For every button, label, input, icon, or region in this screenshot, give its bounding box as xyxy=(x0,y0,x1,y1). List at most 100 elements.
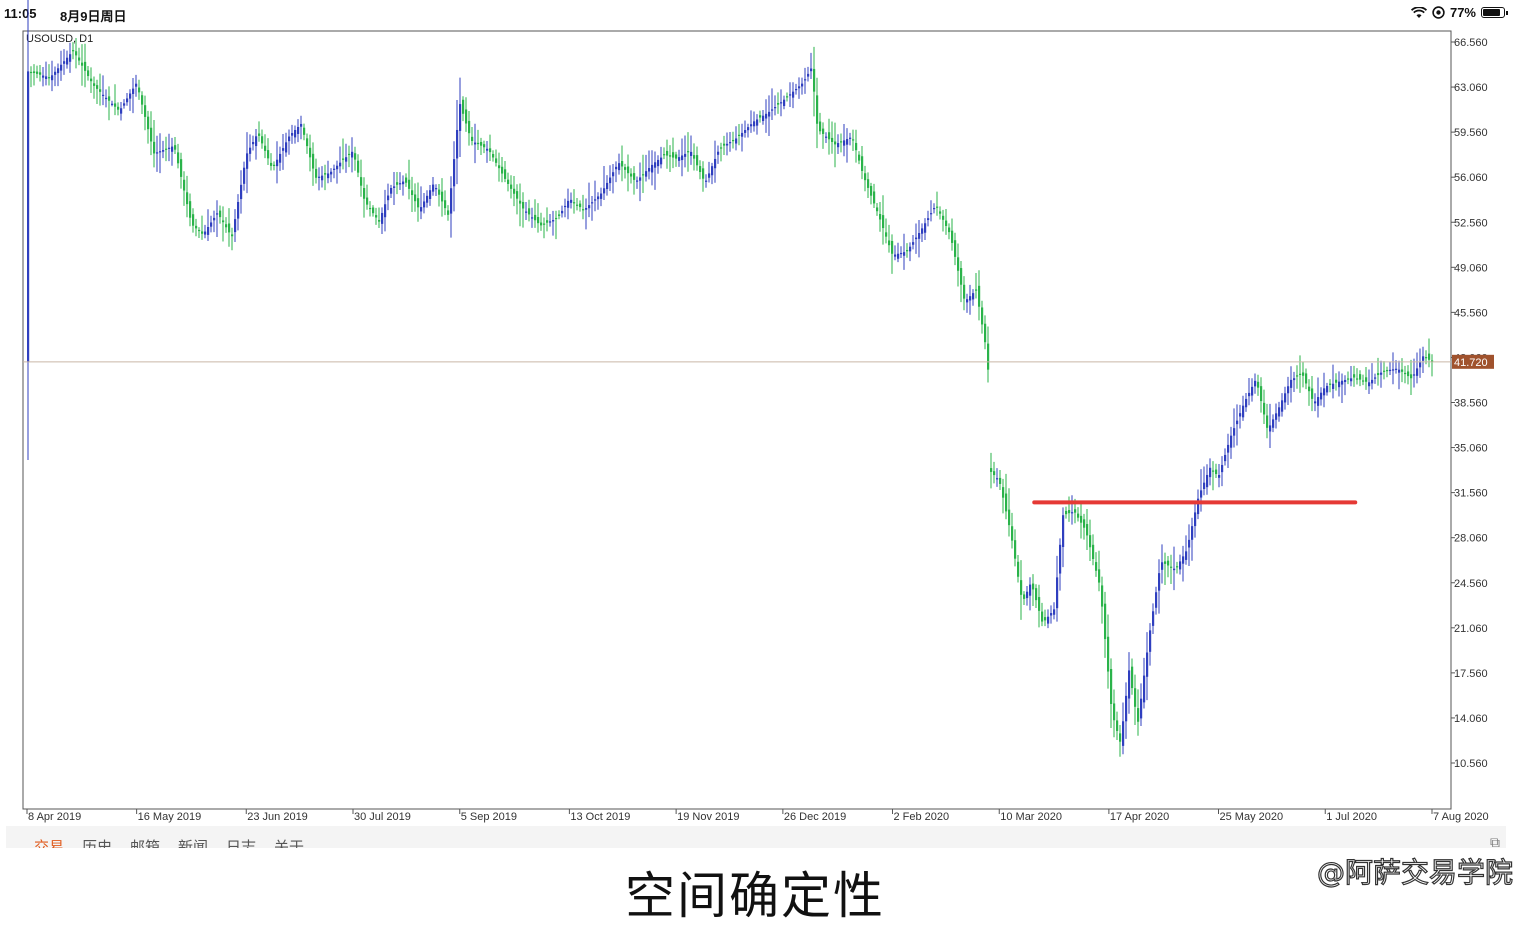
candle-up xyxy=(753,121,756,127)
candle-down xyxy=(99,89,102,92)
candle-down xyxy=(198,229,201,232)
candle-up xyxy=(1290,379,1293,388)
tab-news[interactable]: 新闻 xyxy=(178,836,208,848)
candle-up xyxy=(1188,539,1191,548)
candle-down xyxy=(558,214,561,216)
candle-up xyxy=(45,76,48,79)
candle-down xyxy=(633,173,636,180)
candle-down xyxy=(1014,540,1017,559)
candle-up xyxy=(927,218,930,221)
candle-up xyxy=(525,211,528,213)
candle-down xyxy=(864,173,867,181)
candle-up xyxy=(717,151,720,155)
candle-down xyxy=(1041,611,1044,622)
candle-up xyxy=(747,127,750,131)
candle-down xyxy=(30,71,33,74)
candle-down xyxy=(981,307,984,325)
candle-down xyxy=(183,179,186,191)
candle-up xyxy=(159,151,162,153)
x-tick-label: 17 Apr 2020 xyxy=(1110,811,1169,823)
candle-down xyxy=(699,166,702,173)
candle-up xyxy=(729,142,732,144)
candle-up xyxy=(453,159,456,187)
candle-up xyxy=(1158,573,1161,591)
candle-up xyxy=(1392,369,1395,371)
candle-down xyxy=(723,143,726,146)
candle-up xyxy=(102,94,105,97)
candle-up xyxy=(1314,401,1317,404)
tab-journal[interactable]: 日志 xyxy=(226,836,256,848)
candle-up xyxy=(591,202,594,204)
candle-up xyxy=(762,115,765,122)
y-tick-label: 35.060 xyxy=(1454,443,1488,455)
candle-up xyxy=(294,129,297,138)
candle-down xyxy=(822,128,825,134)
candle-up xyxy=(1128,670,1131,699)
candle-down xyxy=(192,214,195,226)
candle-down xyxy=(975,289,978,291)
candle-down xyxy=(957,257,960,271)
y-tick-label: 38.560 xyxy=(1454,398,1488,410)
candle-up xyxy=(996,478,999,480)
candle-up xyxy=(1275,413,1278,420)
tab-trade[interactable]: 交易 xyxy=(34,836,64,848)
candle-down xyxy=(954,240,957,257)
candle-down xyxy=(819,121,822,132)
resize-icon[interactable]: ⧉ xyxy=(1490,834,1500,848)
x-tick-label: 19 Nov 2019 xyxy=(677,811,739,823)
candle-down xyxy=(720,147,723,149)
candle-down xyxy=(33,71,36,74)
y-tick-label: 63.060 xyxy=(1454,82,1488,94)
x-tick-label: 23 Jun 2019 xyxy=(247,811,308,823)
candle-down xyxy=(1176,566,1179,568)
candle-down xyxy=(882,215,885,229)
candle-down xyxy=(885,232,888,237)
candle-down xyxy=(696,155,699,166)
candle-down xyxy=(90,78,93,82)
candle-up xyxy=(690,151,693,156)
candle-up xyxy=(1053,609,1056,615)
tab-about[interactable]: 关于 xyxy=(274,836,304,848)
candle-down xyxy=(1074,509,1077,513)
candle-up xyxy=(1185,551,1188,560)
candle-down xyxy=(222,220,225,223)
candle-up xyxy=(60,64,63,71)
candle-down xyxy=(1263,402,1266,415)
candle-down xyxy=(165,148,168,150)
candle-down xyxy=(582,209,585,211)
candle-up xyxy=(327,173,330,179)
candle-down xyxy=(144,105,147,117)
candle-down xyxy=(576,204,579,206)
candle-up xyxy=(27,71,30,363)
candle-up xyxy=(564,205,567,208)
candle-up xyxy=(171,146,174,152)
candle-up xyxy=(1059,544,1062,574)
candle-up xyxy=(645,171,648,177)
candle-up xyxy=(1317,397,1320,406)
candle-down xyxy=(1086,524,1089,536)
candle-up xyxy=(585,208,588,210)
candle-up xyxy=(933,208,936,210)
candle-down xyxy=(78,57,81,61)
tab-history[interactable]: 历史 xyxy=(82,836,112,848)
candle-down xyxy=(366,197,369,205)
candle-up xyxy=(1149,630,1152,652)
candle-down xyxy=(1359,374,1362,380)
candle-up xyxy=(618,163,621,171)
candle-up xyxy=(210,222,213,227)
candle-down xyxy=(375,215,378,218)
candle-up xyxy=(285,142,288,153)
price-chart[interactable]: USOUSD, D1 66.560 63.060 59.560 56.060 52.56… xyxy=(0,0,1529,830)
x-tick-label: 30 Jul 2019 xyxy=(354,811,411,823)
candle-down xyxy=(93,83,96,86)
candle-down xyxy=(1353,374,1356,378)
candle-down xyxy=(141,95,144,105)
tab-mailbox[interactable]: 邮箱 xyxy=(130,836,160,848)
candle-down xyxy=(951,230,954,243)
candle-up xyxy=(162,150,165,152)
candle-down xyxy=(687,151,690,153)
candle-up xyxy=(240,184,243,200)
candle-down xyxy=(1005,493,1008,512)
candle-up xyxy=(798,86,801,89)
candle-up xyxy=(390,187,393,194)
